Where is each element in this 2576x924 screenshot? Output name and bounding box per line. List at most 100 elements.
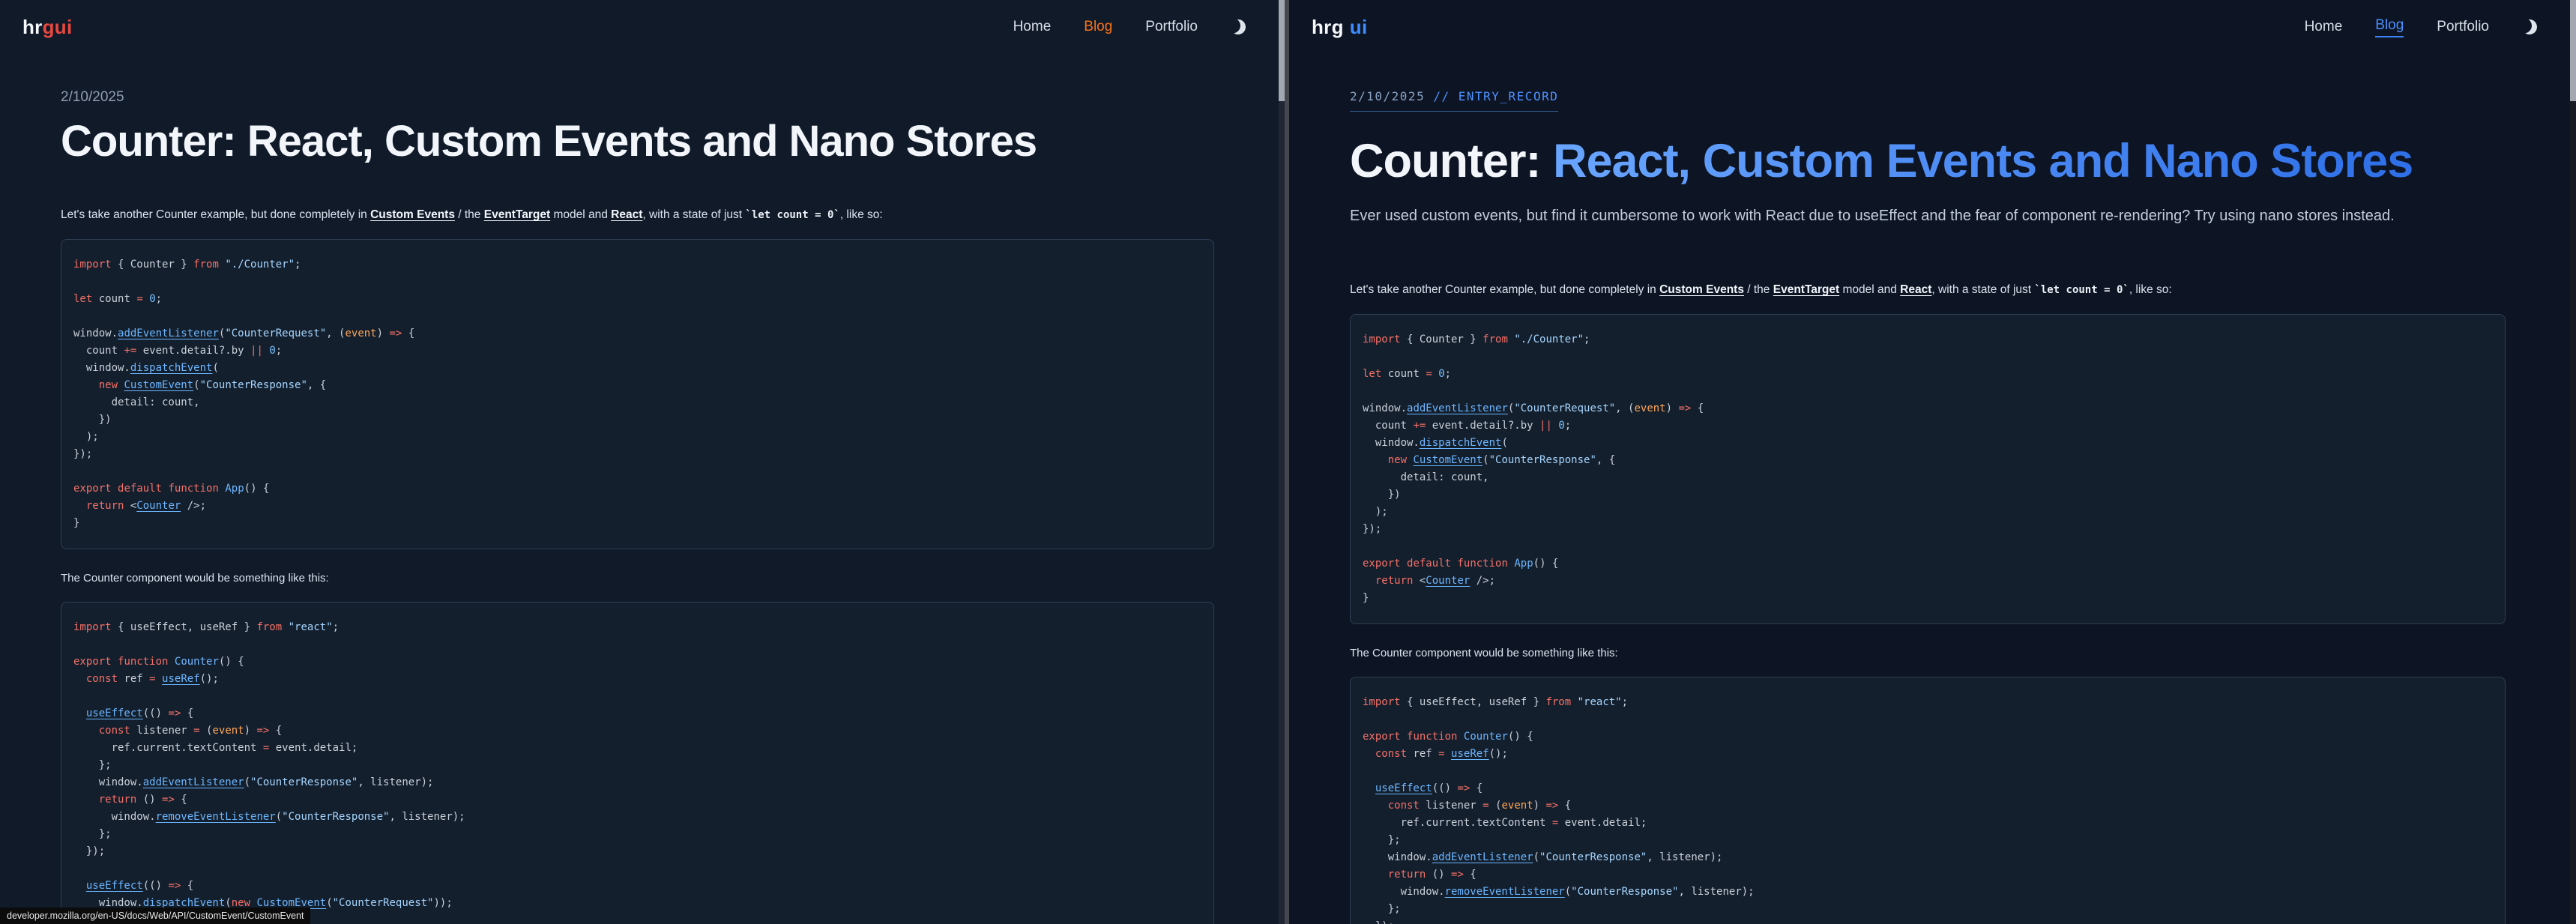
code-line: [1363, 711, 2493, 728]
code-token: <: [124, 500, 136, 512]
code-token: ;: [1565, 420, 1571, 432]
code-token: [1363, 575, 1375, 587]
code-line: }: [1363, 590, 2493, 607]
code-token-link[interactable]: Counter: [136, 500, 181, 512]
code-token: {: [1691, 402, 1704, 414]
code-token: };: [73, 828, 112, 840]
nav-item-portfolio[interactable]: Portfolio: [2437, 19, 2489, 35]
code-token-link[interactable]: removeEventListener: [1445, 886, 1565, 898]
code-token-link[interactable]: Counter: [1426, 575, 1470, 587]
nav-right: Home Blog Portfolio: [1013, 18, 1250, 36]
code-token: { Counter }: [112, 259, 194, 271]
code-token-link[interactable]: useEffect: [86, 707, 143, 719]
post-title: Counter: React, Custom Events and Nano S…: [1350, 134, 2506, 188]
code-token: App: [1514, 558, 1533, 570]
code-token: Counter: [175, 656, 219, 668]
code-token-link[interactable]: dispatchEvent: [130, 362, 213, 374]
inline-link[interactable]: Custom Events: [370, 208, 455, 221]
code-token: ;: [295, 259, 301, 271]
code-token-link[interactable]: addEventListener: [143, 776, 244, 788]
code-token: count: [73, 345, 124, 357]
code-line: };: [1363, 901, 2493, 918]
scrollbar-thumb[interactable]: [2570, 0, 2576, 101]
code-token: ));: [433, 897, 452, 909]
code-token: (: [1482, 454, 1488, 466]
code-line: export function Counter() {: [1363, 728, 2493, 746]
scrollbar-track[interactable]: [1279, 0, 1285, 924]
code-token: , listener);: [358, 776, 433, 788]
code-token: const: [1375, 748, 1407, 760]
inline-link[interactable]: React: [1900, 283, 1931, 296]
code-token: };: [1363, 834, 1401, 846]
text-segment: / the: [455, 208, 484, 221]
code-token: );: [1363, 506, 1388, 518]
inline-link[interactable]: Custom Events: [1659, 283, 1744, 296]
nav-item-home[interactable]: Home: [1013, 19, 1052, 35]
code-token: default: [118, 483, 162, 495]
code-line: );: [1363, 504, 2493, 521]
inline-link[interactable]: React: [611, 208, 642, 221]
code-token-link[interactable]: CustomEvent: [124, 379, 193, 391]
code-token: event: [1634, 402, 1665, 414]
code-token: 0: [149, 293, 155, 305]
code-token: {: [181, 707, 193, 719]
text-segment: , like so:: [840, 208, 883, 221]
code-line: ref.current.textContent = event.detail;: [73, 740, 1201, 757]
title-accent: React, Custom Events and Nano Stores: [1540, 135, 2413, 187]
text-segment: , with a state of just: [642, 208, 745, 221]
code-token: ref.current.textContent: [1363, 817, 1552, 829]
inline-link[interactable]: EventTarget: [1773, 283, 1839, 296]
code-line: const listener = (event) => {: [73, 722, 1201, 740]
code-token: =: [1482, 800, 1488, 812]
code-line: [73, 308, 1201, 325]
code-token: (: [244, 776, 250, 788]
code-token: [73, 880, 86, 892]
code-token: 0: [269, 345, 275, 357]
site-logo[interactable]: hrgui: [1312, 16, 1368, 39]
code-line: window.addEventListener("CounterRequest"…: [1363, 400, 2493, 417]
code-token: );: [73, 431, 99, 443]
site-logo[interactable]: hrgui: [22, 16, 73, 39]
nav-item-blog[interactable]: Blog: [1084, 19, 1112, 35]
text-segment: model and: [550, 208, 611, 221]
code-line: useEffect(() => {: [1363, 780, 2493, 797]
nav-item-blog[interactable]: Blog: [2375, 17, 2404, 37]
code-token-link[interactable]: addEventListener: [118, 327, 219, 339]
right-browser-window: hrgui HomeBlogPortfolio 2/10/2025 // ENT…: [1289, 0, 2576, 924]
code-token-link[interactable]: removeEventListener: [156, 811, 276, 823]
inline-link[interactable]: EventTarget: [484, 208, 550, 221]
code-token-link[interactable]: CustomEvent: [1413, 454, 1482, 466]
code-token-link[interactable]: useRef: [162, 673, 200, 685]
code-token: {: [175, 794, 187, 806]
code-token-link[interactable]: dispatchEvent: [1420, 437, 1502, 449]
code-token: [1363, 782, 1375, 794]
code-token: return: [1388, 869, 1426, 881]
code-token: />;: [181, 500, 206, 512]
code-token-link[interactable]: useEffect: [1375, 782, 1432, 794]
code-block-app: import { Counter } from "./Counter"; let…: [61, 239, 1214, 549]
code-token: ();: [200, 673, 219, 685]
post-date: 2/10/2025: [61, 89, 124, 105]
code-token-link[interactable]: useEffect: [86, 880, 143, 892]
code-line: }): [73, 411, 1201, 429]
scrollbar-track[interactable]: [2570, 0, 2576, 924]
code-token-link[interactable]: addEventListener: [1432, 851, 1533, 863]
code-token: (: [1565, 886, 1571, 898]
theme-toggle-button[interactable]: [1231, 18, 1250, 36]
code-token-link[interactable]: useRef: [1451, 748, 1489, 760]
scrollbar-thumb[interactable]: [1279, 0, 1285, 101]
nav-item-portfolio[interactable]: Portfolio: [1145, 19, 1198, 35]
code-token: "CounterRequest": [333, 897, 434, 909]
code-token: const: [99, 725, 130, 737]
code-token: =>: [1678, 402, 1691, 414]
text-segment: / the: [1744, 283, 1773, 296]
code-token: =>: [389, 327, 402, 339]
code-token-link[interactable]: addEventListener: [1407, 402, 1508, 414]
code-token: ): [1533, 800, 1546, 812]
code-token: count: [1381, 368, 1426, 380]
code-token: +=: [1413, 420, 1426, 432]
nav-item-home[interactable]: Home: [2305, 19, 2343, 35]
code-token: import: [73, 621, 112, 633]
code-token: import: [1363, 696, 1401, 708]
theme-toggle-button[interactable]: [2522, 18, 2542, 36]
